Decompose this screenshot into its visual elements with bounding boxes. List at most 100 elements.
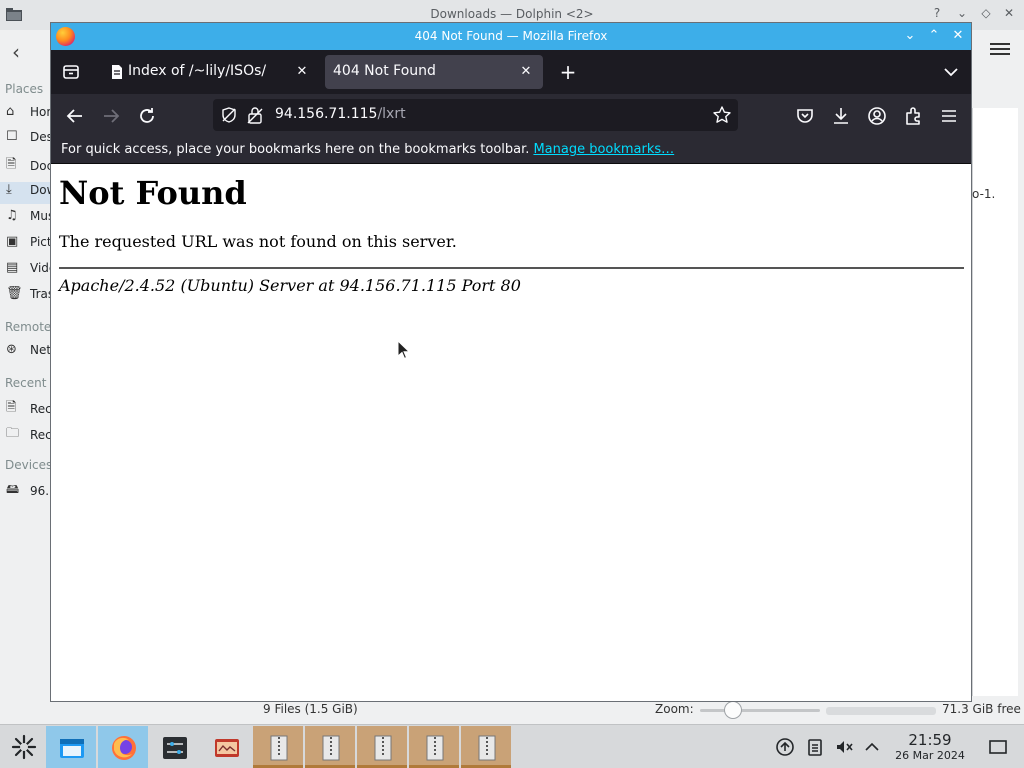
close-icon[interactable]: ✕ xyxy=(1000,6,1018,20)
places-item-music[interactable]: ♫Music xyxy=(6,208,52,230)
taskbar-dolphin[interactable] xyxy=(46,726,96,768)
app-menu-icon[interactable] xyxy=(937,104,961,128)
firefox-icon xyxy=(112,736,136,760)
taskbar-archive-1[interactable] xyxy=(253,726,303,768)
taskbar-archive-3[interactable] xyxy=(357,726,407,768)
dolphin-window-title: Downloads — Dolphin <2> xyxy=(430,7,594,21)
taskbar-archive-2[interactable] xyxy=(305,726,355,768)
account-icon[interactable] xyxy=(865,104,889,128)
home-icon: ⌂ xyxy=(6,104,15,119)
tab-label: Index of /~lily/ISOs/ xyxy=(128,63,267,79)
devices-header: Devices xyxy=(5,458,53,472)
free-space: 71.3 GiB free xyxy=(942,702,1021,716)
dolphin-folder-icon xyxy=(60,739,84,758)
volume-muted-icon[interactable] xyxy=(834,737,854,757)
extensions-icon[interactable] xyxy=(901,104,925,128)
zip-file-icon xyxy=(374,735,392,761)
taskbar-firefox[interactable] xyxy=(98,726,148,768)
taskbar-archive-4[interactable] xyxy=(409,726,459,768)
url-path: /lxrt xyxy=(377,106,406,122)
pocket-icon[interactable] xyxy=(793,104,817,128)
maximize-icon[interactable]: ⌃ xyxy=(924,26,944,46)
zip-file-icon xyxy=(322,735,340,761)
tab-404-not-found[interactable]: 404 Not Found ✕ xyxy=(325,55,543,89)
tab-label: 404 Not Found xyxy=(333,63,436,79)
clipboard-icon[interactable] xyxy=(805,737,825,757)
url-bar[interactable]: 94.156.71.115/lxrt xyxy=(213,99,738,131)
network-icon: ⊛ xyxy=(6,342,17,357)
desktop-icon: ☐ xyxy=(6,129,18,144)
new-tab-icon[interactable]: + xyxy=(556,60,580,84)
tab-index-of-isos[interactable]: Index of /~lily/ISOs/ ✕ xyxy=(99,55,319,89)
divider xyxy=(59,267,964,269)
zoom-slider[interactable] xyxy=(700,709,820,712)
hamburger-menu-icon[interactable] xyxy=(990,40,1010,60)
trash-icon: 🗑 xyxy=(6,286,23,301)
system-settings-icon xyxy=(163,737,187,759)
taskbar-ark[interactable] xyxy=(201,726,251,768)
archive-manager-icon xyxy=(215,739,239,757)
minimize-icon[interactable]: ⌄ xyxy=(900,26,920,46)
recent-locations-icon: 🗀 xyxy=(6,426,20,441)
downloads-icon[interactable] xyxy=(829,104,853,128)
page-heading: Not Found xyxy=(59,174,247,212)
show-desktop-icon[interactable] xyxy=(988,737,1008,757)
bookmarks-toolbar: For quick access, place your bookmarks h… xyxy=(51,137,971,164)
page-content: Not Found The requested URL was not foun… xyxy=(51,164,971,701)
places-item-device[interactable]: 🖴 96. xyxy=(6,480,52,502)
places-header: Places xyxy=(5,82,44,96)
tab-close-icon[interactable]: ✕ xyxy=(293,63,311,81)
taskbar-settings[interactable] xyxy=(149,726,199,768)
places-item-downloads[interactable]: ⤓Downloads xyxy=(0,182,52,204)
show-hidden-icons-icon[interactable] xyxy=(862,737,882,757)
back-arrow-icon[interactable] xyxy=(63,104,87,128)
manage-bookmarks-link[interactable]: Manage bookmarks… xyxy=(533,142,674,157)
places-item-videos[interactable]: ▤Videos xyxy=(6,260,52,282)
clock-time[interactable]: 21:59 xyxy=(890,731,970,749)
free-space-bar xyxy=(826,707,936,715)
page-icon xyxy=(112,65,122,79)
firefox-titlebar: 404 Not Found — Mozilla Firefox ⌄ ⌃ ✕ xyxy=(51,23,971,50)
insecure-lock-icon[interactable] xyxy=(247,106,263,124)
help-icon[interactable]: ? xyxy=(928,6,946,20)
places-item-trash[interactable]: 🗑Trash xyxy=(6,286,52,308)
music-icon: ♫ xyxy=(6,208,18,223)
file-name-partial[interactable]: o-1. xyxy=(972,187,995,201)
places-item-pictures[interactable]: ▣Pictures xyxy=(6,234,52,256)
forward-arrow-icon[interactable] xyxy=(99,104,123,128)
firefox-view-icon[interactable] xyxy=(61,62,81,82)
zip-file-icon xyxy=(478,735,496,761)
places-item-recent-files[interactable]: 🗎Recent Files xyxy=(6,398,52,420)
pictures-icon: ▣ xyxy=(6,234,19,249)
tracking-protection-shield-icon[interactable] xyxy=(221,107,237,123)
navigation-toolbar: 94.156.71.115/lxrt xyxy=(51,94,971,137)
file-count: 9 Files (1.5 GiB) xyxy=(263,702,358,716)
close-icon[interactable]: ✕ xyxy=(948,26,968,46)
back-icon[interactable]: ‹ xyxy=(12,40,20,64)
minimize-icon[interactable]: ⌄ xyxy=(953,6,971,20)
reload-icon[interactable] xyxy=(135,104,159,128)
clock-date[interactable]: 26 Mar 2024 xyxy=(890,749,970,762)
tab-close-icon[interactable]: ✕ xyxy=(517,63,535,81)
tab-bar: Index of /~lily/ISOs/ ✕ 404 Not Found ✕ … xyxy=(51,50,971,94)
update-notifier-icon[interactable] xyxy=(775,737,795,757)
bookmarks-hint: For quick access, place your bookmarks h… xyxy=(61,142,530,157)
application-launcher-icon[interactable] xyxy=(10,733,38,761)
url-text[interactable]: 94.156.71.115/lxrt xyxy=(275,106,406,122)
documents-icon: 🗎 xyxy=(6,157,17,172)
zoom-slider-handle[interactable] xyxy=(724,701,742,719)
places-item-documents[interactable]: 🗎Documents xyxy=(6,155,52,177)
maximize-icon[interactable]: ◇ xyxy=(977,6,995,20)
bookmark-star-icon[interactable] xyxy=(712,105,732,125)
places-item-recent-locations[interactable]: 🗀Recent Locations xyxy=(6,424,52,446)
taskbar-archive-5[interactable] xyxy=(461,726,511,768)
places-item-home[interactable]: ⌂Home xyxy=(6,104,52,126)
error-message: The requested URL was not found on this … xyxy=(59,232,457,251)
zip-file-icon xyxy=(270,735,288,761)
recent-header: Recent xyxy=(5,376,47,390)
list-all-tabs-icon[interactable] xyxy=(941,62,961,82)
places-item-desktop[interactable]: ☐Desktop xyxy=(6,129,52,151)
places-item-network[interactable]: ⊛Network xyxy=(6,342,52,364)
server-signature: Apache/2.4.52 (Ubuntu) Server at 94.156.… xyxy=(59,276,521,295)
zoom-label: Zoom: xyxy=(655,702,694,716)
